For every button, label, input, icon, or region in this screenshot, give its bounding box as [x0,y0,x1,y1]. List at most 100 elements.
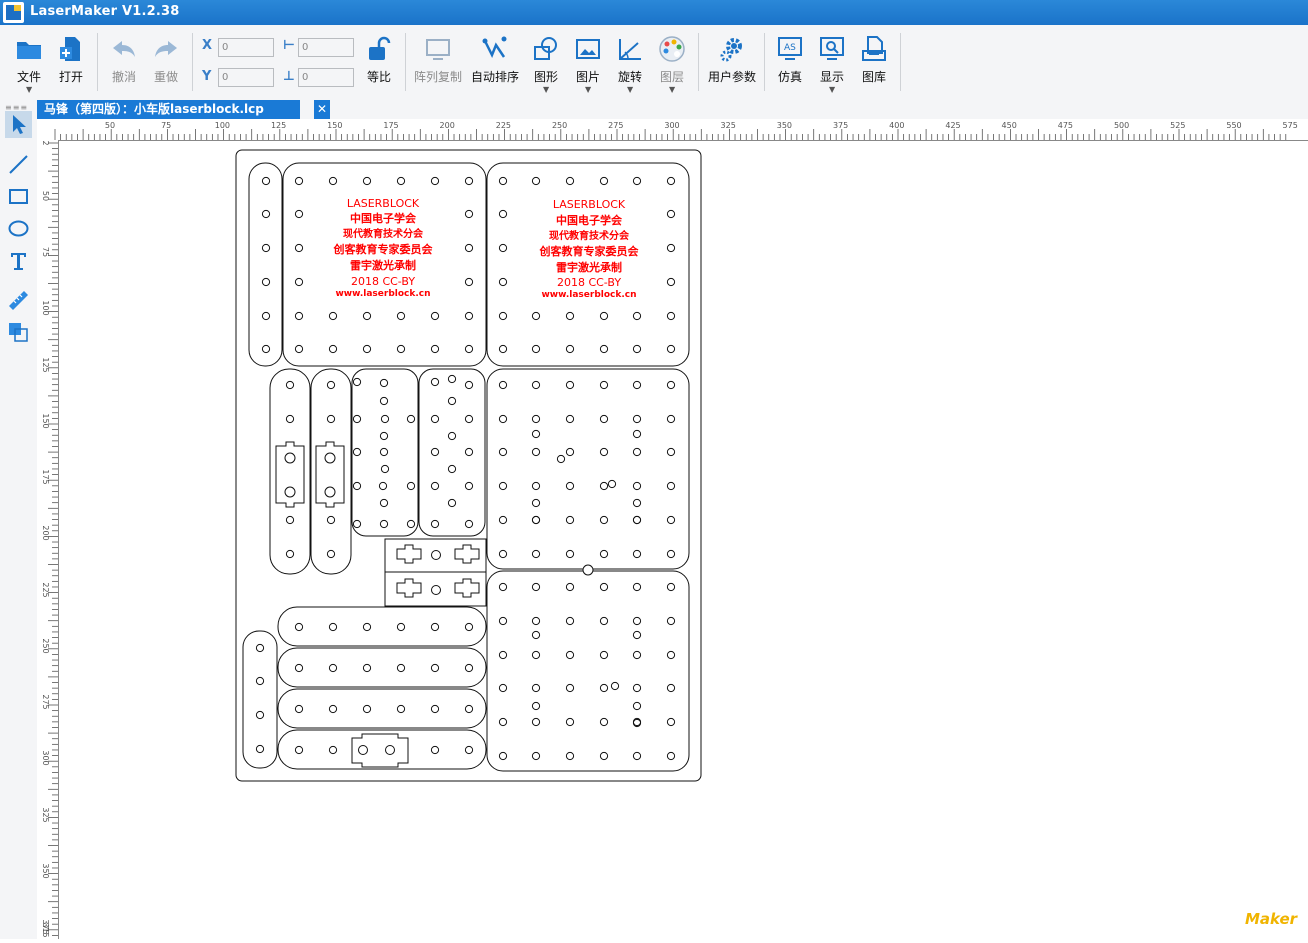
cut-hole [565,650,575,660]
cut-hole [378,481,388,491]
cut-hole [498,616,508,626]
cut-hole [261,311,271,321]
ruler-tick-label: 250 [552,121,567,130]
user-params-button[interactable]: 用户参数 [708,31,756,93]
engraving-line: 创客教育专家委员会 [539,244,640,258]
cut-hole [328,704,338,714]
cut-hole [285,549,295,559]
cut-part[interactable] [486,570,690,772]
array-copy-icon [426,39,450,60]
cut-part[interactable] [277,606,487,647]
cut-hole [531,717,541,727]
ratio-lock-button[interactable]: 等比 [357,31,401,93]
laser-cut-layout[interactable]: LASERBLOCK 中国电子学会 现代教育技术分会 创客教育专家委员会 雷宇激… [59,141,1308,939]
ellipse-tool[interactable] [5,215,32,242]
cut-hole [565,616,575,626]
ruler-tick-label: 200 [440,121,455,130]
rectangle-tool[interactable] [5,183,32,210]
close-icon[interactable]: ✕ [314,100,330,119]
text-icon [11,253,26,270]
width-input[interactable]: 0 [298,38,354,57]
boolean-tool[interactable] [5,319,32,346]
cut-hole [565,717,575,727]
engraving-left: LASERBLOCK 中国电子学会 现代教育技术分会 创客教育专家委员会 雷宇激… [333,197,434,299]
cut-hole [294,209,304,219]
document-tab[interactable]: 马锋（第四版）：小车版laserblock.lcp [37,100,300,119]
cut-hole [284,486,296,498]
cut-hole [565,549,575,559]
cut-hole [632,582,642,592]
cut-hole [352,414,362,424]
ellipse-icon [8,220,29,237]
separator [405,33,406,91]
cut-part[interactable] [277,688,487,729]
cut-hole [599,344,609,354]
ruler-tick-label: 75 [161,121,171,130]
cut-part[interactable] [310,368,352,575]
connector-cutout [396,544,422,564]
cut-hole [261,176,271,186]
open-button[interactable]: 打开 [49,31,93,93]
open-label: 打开 [58,70,83,84]
auto-arrange-button[interactable]: 自动排序 [471,31,519,93]
engraving-line: www.laserblock.cn [335,289,430,299]
layers-button[interactable]: 图层 ▼ [650,31,694,94]
cut-hole [285,380,295,390]
chevron-down-icon: ▼ [543,85,550,94]
cut-hole [565,380,575,390]
overlap-squares-icon [9,323,28,342]
cut-hole [632,447,642,457]
cut-hole [531,751,541,761]
left-ruler: 2 50 75 100 125 150 175 200 225 250 275 300 325 350 37… [37,140,59,939]
cut-hole [328,311,338,321]
ruler-tick-label: 275 [41,694,50,709]
select-tool[interactable] [5,111,32,138]
y-input[interactable]: 0 [218,68,274,87]
ruler-tick-label: 125 [41,357,50,372]
engraving-line: 现代教育技术分会 [549,229,629,242]
ruler-tick-label: 425 [945,121,960,130]
cut-hole [362,344,372,354]
cut-part[interactable] [351,368,419,537]
cut-part[interactable] [418,368,486,537]
cut-hole [666,582,676,592]
cut-hole [464,311,474,321]
cut-hole [464,380,474,390]
engraving-line: 创客教育专家委员会 [333,242,434,256]
cut-hole [294,277,304,287]
cut-hole [666,549,676,559]
cut-hole [464,745,474,755]
cut-part[interactable] [277,729,487,770]
cut-hole [531,683,541,693]
cut-hole [430,176,440,186]
cut-hole [498,481,508,491]
height-input[interactable]: 0 [298,68,354,87]
cut-hole [464,414,474,424]
line-icon [9,155,28,174]
cut-hole [430,414,440,424]
cut-hole [379,396,389,406]
cut-part[interactable] [277,647,487,688]
x-input[interactable]: 0 [218,38,274,57]
array-copy-button[interactable]: 阵列复制 [414,31,462,93]
cut-part[interactable] [486,368,690,570]
engraving-line: LASERBLOCK [553,198,626,211]
cut-hole [498,344,508,354]
design-canvas[interactable]: LASERBLOCK 中国电子学会 现代教育技术分会 创客教育专家委员会 雷宇激… [59,141,1308,939]
cut-hole [464,344,474,354]
cut-hole [632,751,642,761]
cut-hole [255,676,265,686]
engraving-line: LASERBLOCK [347,197,420,210]
cut-hole [599,481,609,491]
cut-part[interactable] [248,162,283,367]
redo-button[interactable]: 重做 [144,31,188,93]
tab-row: 马锋（第四版）：小车版laserblock.lcp ✕ [37,100,1308,119]
text-tool[interactable] [5,247,32,274]
line-tool[interactable] [5,151,32,178]
measure-tool[interactable] [5,287,32,314]
library-button[interactable]: 图库 [852,31,896,93]
cut-hole [328,176,338,186]
cut-hole [464,447,474,457]
cut-hole [666,650,676,660]
cut-hole [464,209,474,219]
